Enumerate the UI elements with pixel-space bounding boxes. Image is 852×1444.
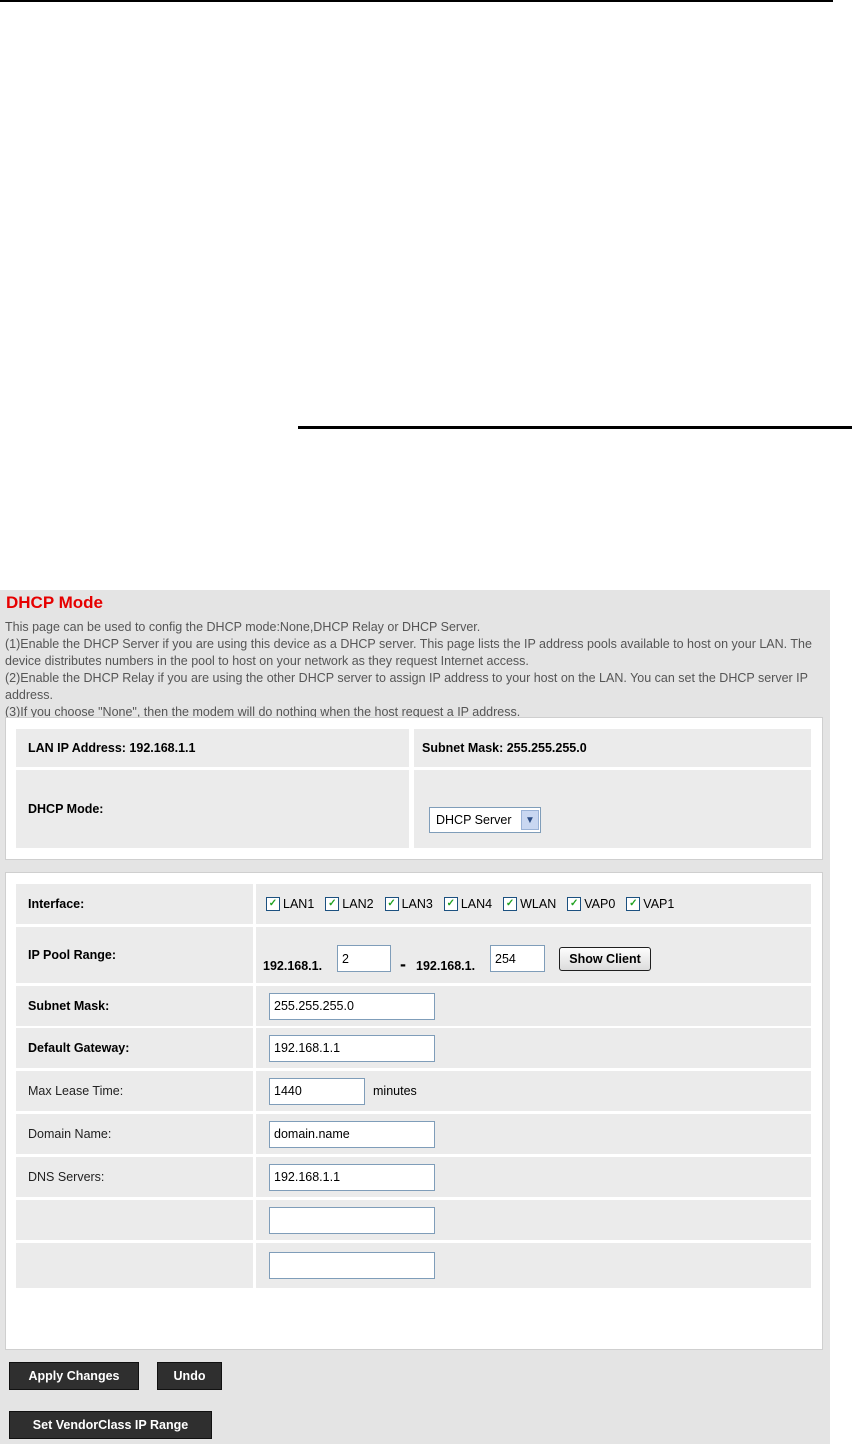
checkbox-checked-icon[interactable]: ✓ [325,897,340,911]
checkbox-checked-icon[interactable]: ✓ [503,897,518,911]
interface-wlan[interactable]: ✓ WLAN [503,897,556,911]
interface-checkboxes: ✓ LAN1 ✓ LAN2 ✓ LAN3 ✓ LAN4 ✓ WLAN ✓ VAP0 ✓ VAP… [256,884,811,924]
dns-server-2-label-cell [16,1200,253,1240]
dhcp-mode-select[interactable]: DHCP Server ▼ [429,807,541,833]
subnet-mask-info: Subnet Mask: 255.255.255.0 [414,729,811,767]
top-rule [0,0,833,2]
set-vendorclass-ip-range-button[interactable]: Set VendorClass IP Range [9,1411,212,1439]
interface-lan4[interactable]: ✓ LAN4 [443,897,493,911]
checkbox-checked-icon[interactable]: ✓ [443,897,458,911]
dns-server-3-input[interactable] [269,1252,435,1279]
default-gateway-label: Default Gateway: [16,1028,253,1068]
checkbox-checked-icon[interactable]: ✓ [567,897,582,911]
dns-server-3-label-cell [16,1243,253,1288]
pool-start-input[interactable] [337,945,391,972]
dhcp-mode-label: DHCP Mode: [16,770,409,848]
domain-name-label: Domain Name: [16,1114,253,1154]
page-description: This page can be used to config the DHCP… [5,619,827,721]
dhcp-mode-select-value: DHCP Server [436,813,512,827]
chevron-down-icon[interactable]: ▼ [521,810,539,830]
interface-lan1[interactable]: ✓ LAN1 [266,897,314,911]
lan-ip-label: LAN IP Address: 192.168.1.1 [16,729,409,767]
dns-server-3-cell [256,1243,811,1288]
description-line: This page can be used to config the DHCP… [5,620,481,634]
undo-button[interactable]: Undo [157,1362,222,1390]
pool-end-prefix: 192.168.1. [416,959,476,973]
max-lease-time-cell: minutes [256,1071,811,1111]
dns-server-2-cell [256,1200,811,1240]
interface-lan2[interactable]: ✓ LAN2 [325,897,374,911]
checkbox-checked-icon[interactable]: ✓ [384,897,399,911]
checkbox-checked-icon[interactable]: ✓ [626,897,641,911]
interface-name: LAN1 [283,897,315,911]
apply-changes-button[interactable]: Apply Changes [9,1362,139,1390]
show-client-button[interactable]: Show Client [559,947,651,971]
interface-name: VAP1 [643,897,675,911]
interface-lan3[interactable]: ✓ LAN3 [384,897,433,911]
max-lease-time-input[interactable] [269,1077,365,1105]
interface-vap0[interactable]: ✓ VAP0 [567,897,615,911]
description-line: (1)Enable the DHCP Server if you are usi… [5,637,812,668]
domain-name-input[interactable] [269,1120,435,1148]
subnet-mask-label: Subnet Mask: [16,986,253,1026]
pool-end-input[interactable] [490,945,545,972]
interface-vap1[interactable]: ✓ VAP1 [626,897,674,911]
subnet-mask-cell [256,986,811,1026]
dns-servers-label: DNS Servers: [16,1157,253,1197]
domain-name-cell [256,1114,811,1154]
ip-pool-label: IP Pool Range: [16,927,253,983]
interface-name: LAN4 [460,897,493,911]
default-gateway-cell [256,1028,811,1068]
description-line: (2)Enable the DHCP Relay if you are usin… [5,671,808,702]
interface-name: LAN2 [342,897,374,911]
dhcp-mode-panel: DHCP Mode This page can be used to confi… [0,590,830,1444]
max-lease-time-label: Max Lease Time: [16,1071,253,1111]
checkbox-checked-icon[interactable]: ✓ [266,897,280,911]
interface-name: LAN3 [401,897,433,911]
subnet-mask-input[interactable] [269,992,435,1020]
lease-unit: minutes [373,1084,417,1098]
dns-server-1-input[interactable] [269,1163,435,1191]
interface-name: VAP0 [584,897,616,911]
interface-name: WLAN [520,897,557,911]
pool-start-prefix: 192.168.1. [263,959,323,973]
dns-server-2-input[interactable] [269,1206,435,1234]
default-gateway-input[interactable] [269,1034,435,1062]
page-title: DHCP Mode [6,593,103,612]
interface-label: Interface: [16,884,253,924]
dns-server-1-cell [256,1157,811,1197]
middle-rule [298,426,852,429]
pool-range-dash: - [400,954,406,974]
